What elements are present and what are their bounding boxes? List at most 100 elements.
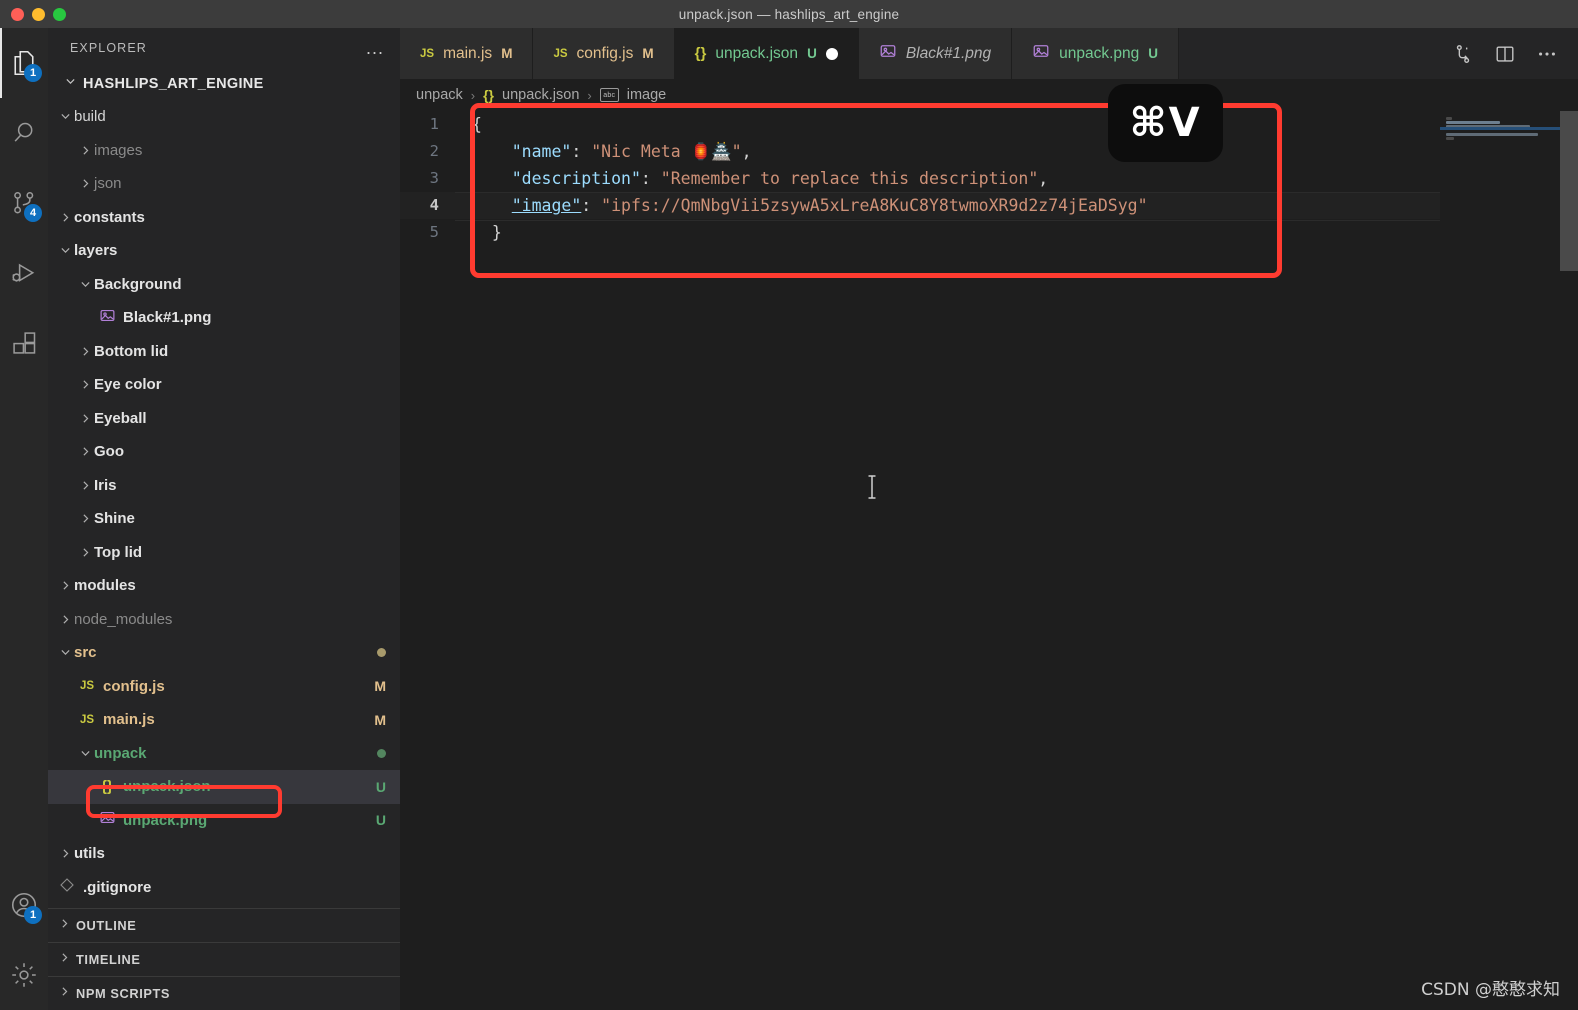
file-tree-item[interactable]: JS main.js M [48, 703, 400, 737]
activity-accounts[interactable]: 1 [0, 870, 48, 940]
editor-tab-Black-1-png[interactable]: Black#1.png [858, 28, 1013, 79]
activity-search[interactable] [0, 98, 48, 168]
file-tree-item-label: unpack [94, 744, 147, 762]
split-editor-icon[interactable] [1494, 43, 1516, 65]
file-tree-item[interactable]: .gitignore [48, 871, 400, 905]
file-tree-item-label: build [74, 108, 106, 126]
file-tree-item-label: Black#1.png [123, 309, 212, 327]
file-tree-item-label: images [94, 141, 143, 159]
minimize-window-button[interactable] [32, 7, 45, 21]
file-tree-item[interactable]: modules [48, 569, 400, 603]
activity-explorer[interactable]: 1 [0, 28, 48, 98]
chevron-right-icon[interactable] [56, 579, 74, 592]
editor-tab-unpack-json[interactable]: {} unpack.json U [674, 28, 859, 79]
editor-tab-label: unpack.json [715, 44, 799, 62]
activity-bar: 1 4 1 [0, 28, 48, 1010]
sidebar-section-outline[interactable]: OUTLINE [48, 908, 400, 942]
code-token-brace: { [472, 115, 482, 134]
chevron-down-icon[interactable] [56, 110, 74, 123]
activity-extensions[interactable] [0, 308, 48, 378]
file-tree-item[interactable]: unpack.png U [48, 804, 400, 838]
window-controls[interactable] [0, 7, 66, 21]
sidebar-sections: OUTLINE TIMELINE NPM SCRIPTS [48, 908, 400, 1010]
code-line: 2 "name": "Nic Meta 🏮🏯", [400, 138, 1578, 165]
file-tree-item[interactable]: unpack [48, 737, 400, 771]
activity-settings[interactable] [0, 940, 48, 1010]
explorer-more-actions-icon[interactable]: ... [366, 39, 384, 57]
chevron-right-icon[interactable] [76, 445, 94, 458]
file-tree-item-label: unpack.json [123, 778, 211, 796]
editor-vertical-scrollbar[interactable] [1560, 111, 1578, 1010]
chevron-down-icon[interactable] [76, 278, 94, 291]
scrollbar-thumb[interactable] [1560, 111, 1578, 271]
maximize-window-button[interactable] [53, 7, 66, 21]
code-line-active: 4 "image": "ipfs://QmNbgVii5zsywA5xLreA8… [400, 192, 1578, 221]
editor-tab-git-badge: M [501, 46, 513, 61]
editor-tab-main-js[interactable]: JS main.js M [400, 28, 534, 79]
file-tree-item[interactable]: node_modules [48, 603, 400, 637]
code-editor[interactable]: 1 { 2 "name": "Nic Meta 🏮🏯", 3 "descript… [400, 111, 1578, 1010]
code-token-key: "image" [511, 196, 582, 215]
chevron-right-icon[interactable] [56, 211, 74, 224]
sidebar-section-npm-scripts[interactable]: NPM SCRIPTS [48, 976, 400, 1010]
chevron-down-icon[interactable] [56, 244, 74, 257]
file-tree-item[interactable]: Background [48, 268, 400, 302]
editor-tab-bar: JS main.js M JS config.js M {} unpack.json U Blac… [400, 28, 1578, 79]
chevron-right-icon[interactable] [56, 613, 74, 626]
editor-tab-config-js[interactable]: JS config.js M [533, 28, 675, 79]
unsaved-indicator-icon[interactable] [825, 47, 838, 60]
chevron-right-icon[interactable] [76, 378, 94, 391]
chevron-right-icon[interactable] [76, 345, 94, 358]
chevron-right-icon[interactable] [76, 512, 94, 525]
chevron-right-icon[interactable] [56, 847, 74, 860]
chevron-down-icon[interactable] [56, 646, 74, 659]
file-tree-item[interactable]: layers [48, 234, 400, 268]
json-icon: {} [694, 45, 707, 62]
workspace-root-folder[interactable]: HASHLIPS_ART_ENGINE [48, 68, 400, 100]
file-tree-item[interactable]: constants [48, 201, 400, 235]
file-tree-item[interactable]: Shine [48, 502, 400, 536]
js-file-icon: JS [79, 680, 95, 693]
file-tree-item[interactable]: build [48, 100, 400, 134]
breadcrumb-item-file[interactable]: unpack.json [502, 87, 579, 103]
chevron-right-icon [58, 917, 71, 935]
file-icon: JS [76, 680, 98, 692]
file-tree-item[interactable]: src [48, 636, 400, 670]
file-tree-item[interactable]: utils [48, 837, 400, 871]
file-tree-item[interactable]: Black#1.png [48, 301, 400, 335]
more-actions-icon[interactable] [1536, 43, 1558, 65]
split-editor-vertical-icon[interactable] [1452, 43, 1474, 65]
breadcrumb-item-symbol[interactable]: image [627, 87, 667, 103]
file-tree-item[interactable]: Goo [48, 435, 400, 469]
chevron-right-icon[interactable] [76, 479, 94, 492]
code-token-comma: , [1038, 169, 1049, 188]
file-tree-item[interactable]: Bottom lid [48, 335, 400, 369]
activity-source-control[interactable]: 4 [0, 168, 48, 238]
git-status-badge: U [375, 812, 386, 829]
file-tree-item[interactable]: Eye color [48, 368, 400, 402]
file-tree-item[interactable]: Eyeball [48, 402, 400, 436]
json-file-icon: {} [101, 778, 113, 796]
chevron-right-icon[interactable] [76, 412, 94, 425]
gear-icon [9, 960, 39, 990]
close-window-button[interactable] [11, 7, 24, 21]
file-tree-item-selected[interactable]: {} unpack.json U [48, 770, 400, 804]
file-tree-item[interactable]: JS config.js M [48, 670, 400, 704]
chevron-right-icon[interactable] [76, 144, 94, 157]
sidebar-section-timeline[interactable]: TIMELINE [48, 942, 400, 976]
file-tree-item[interactable]: Iris [48, 469, 400, 503]
file-tree-item[interactable]: Top lid [48, 536, 400, 570]
chevron-right-icon [58, 985, 71, 1003]
chevron-right-icon[interactable] [76, 546, 94, 559]
breadcrumb-item-folder[interactable]: unpack [416, 87, 463, 103]
editor-tab-git-badge: U [807, 46, 817, 61]
editor-tab-unpack-png[interactable]: unpack.png U [1012, 28, 1180, 79]
activity-run-debug[interactable] [0, 238, 48, 308]
file-tree-item[interactable]: json [48, 167, 400, 201]
code-token-comma: , [741, 142, 752, 161]
title-bar: unpack.json — hashlips_art_engine [0, 0, 1578, 28]
code-token-key: "name" [511, 142, 572, 161]
chevron-down-icon[interactable] [76, 747, 94, 760]
file-tree-item[interactable]: images [48, 134, 400, 168]
chevron-right-icon[interactable] [76, 177, 94, 190]
